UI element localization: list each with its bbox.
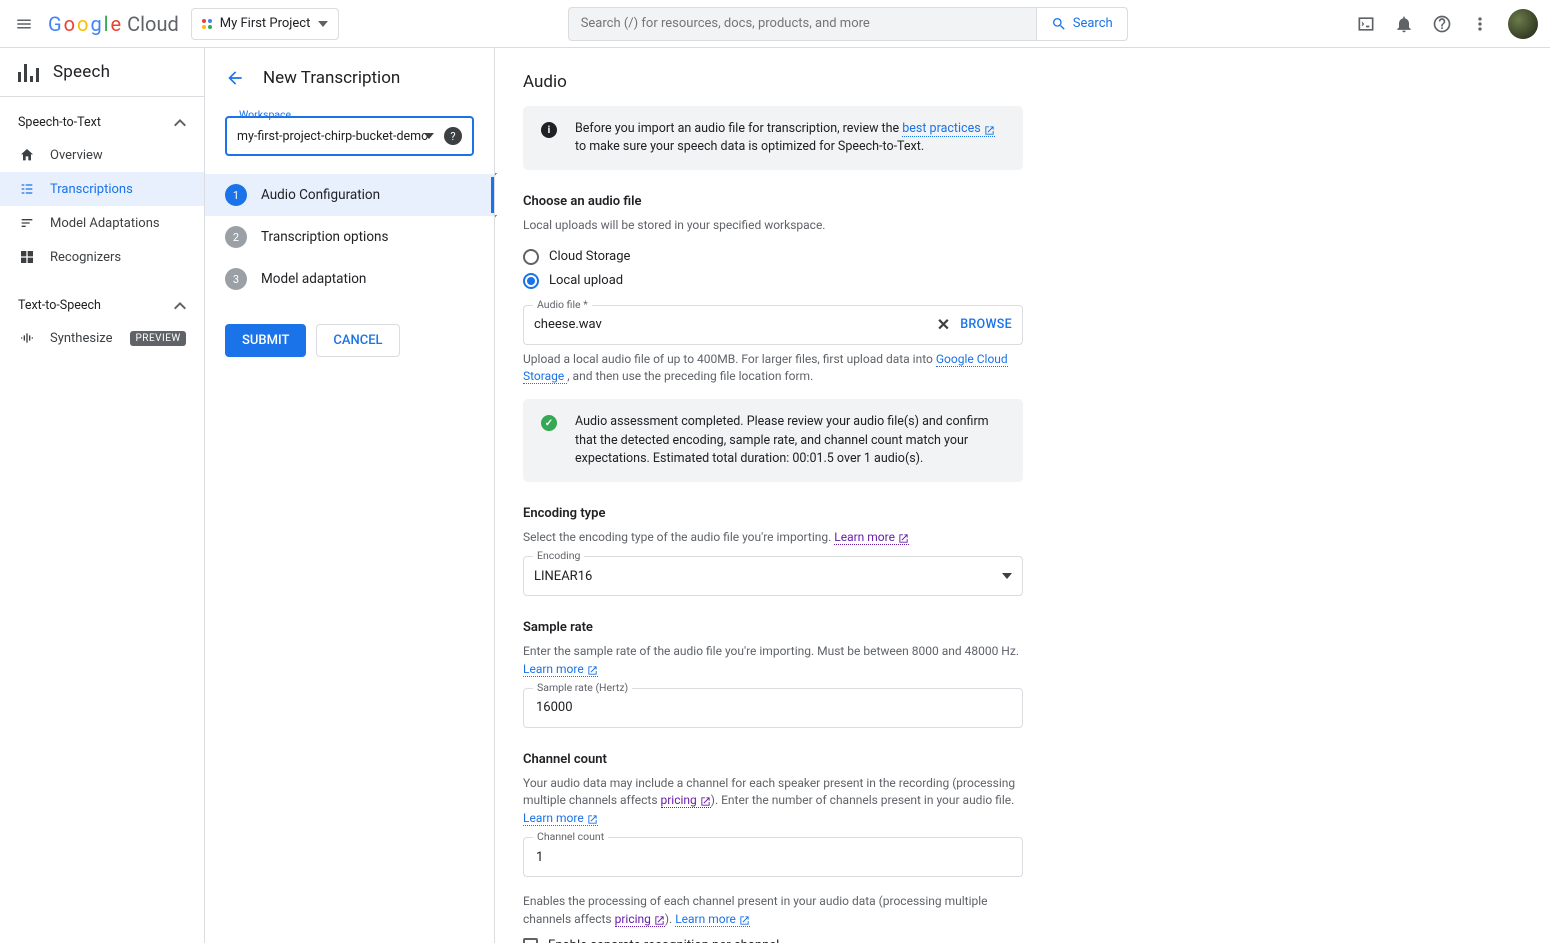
sidebar-item-overview[interactable]: Overview (0, 138, 204, 172)
channel-input[interactable] (534, 849, 1012, 866)
workspace-field: Workspace my-first-project-chirp-bucket-… (225, 116, 474, 156)
external-link-icon (587, 665, 598, 676)
section-audio-title: Audio (523, 72, 1522, 92)
caret-down-icon (424, 133, 434, 139)
step-transcription-options[interactable]: 2 Transcription options (205, 216, 494, 258)
cancel-button[interactable]: CANCEL (316, 324, 399, 357)
pricing-link-2[interactable]: pricing (615, 912, 665, 927)
more-icon[interactable] (1470, 14, 1490, 34)
stepper-panel: New Transcription Workspace my-first-pro… (205, 48, 495, 943)
choose-audio-heading: Choose an audio file (523, 194, 1023, 209)
info-icon: i (541, 122, 557, 138)
channel-heading: Channel count (523, 752, 1023, 767)
list-icon (18, 180, 36, 198)
back-arrow-icon[interactable] (225, 68, 245, 88)
encoding-learn-more-link[interactable]: Learn more (834, 530, 909, 545)
help-icon[interactable] (1432, 14, 1452, 34)
checkbox-icon[interactable] (523, 938, 538, 943)
help-icon[interactable]: ? (444, 127, 462, 145)
browse-button[interactable]: BROWSE (960, 317, 1012, 332)
home-icon (18, 146, 36, 164)
audio-file-value: cheese.wav (534, 317, 602, 332)
preview-badge: PREVIEW (130, 331, 185, 346)
assessment-banner: ✓ Audio assessment completed. Please rev… (523, 399, 1023, 481)
encoding-select[interactable]: LINEAR16 (523, 556, 1023, 596)
product-header: Speech (0, 48, 204, 97)
caret-down-icon (1002, 573, 1012, 579)
product-title: Speech (53, 62, 110, 82)
sidebar-item-model-adaptations[interactable]: Model Adaptations (0, 206, 204, 240)
best-practices-link[interactable]: best practices (902, 121, 995, 137)
encoding-heading: Encoding type (523, 506, 1023, 521)
sidebar-item-transcriptions[interactable]: Transcriptions (0, 172, 204, 206)
caret-down-icon (318, 21, 328, 27)
step-audio-config[interactable]: 1 Audio Configuration (205, 174, 494, 216)
step-model-adaptation[interactable]: 3 Model adaptation (205, 258, 494, 300)
chevron-up-icon (174, 302, 186, 310)
speech-icon (18, 62, 39, 82)
project-picker[interactable]: My First Project (191, 8, 340, 40)
project-name: My First Project (220, 16, 311, 31)
radio-checked-icon (523, 273, 539, 289)
choose-audio-help: Local uploads will be stored in your spe… (523, 217, 1023, 234)
separate-recognition-checkbox-row[interactable]: Enable separate recognition per channel. (523, 938, 1023, 943)
annotation-arrow (495, 170, 504, 200)
channel-field: Channel count (523, 837, 1023, 877)
nav-heading-tts[interactable]: Text-to-Speech (0, 286, 204, 321)
radio-local-upload[interactable]: Local upload (523, 269, 1023, 293)
nav-heading-stt[interactable]: Speech-to-Text (0, 103, 204, 138)
audio-file-field: Audio file * cheese.wav ✕ BROWSE (523, 305, 1023, 345)
main-content: Audio i Before you import an audio file … (495, 48, 1550, 943)
wave-icon (18, 329, 36, 347)
avatar[interactable] (1508, 9, 1538, 39)
cloud-shell-icon[interactable] (1356, 14, 1376, 34)
page-title: New Transcription (263, 68, 400, 88)
external-link-icon (739, 915, 750, 926)
radio-cloud-storage[interactable]: Cloud Storage (523, 245, 1023, 269)
info-banner-best-practices: i Before you import an audio file for tr… (523, 106, 1023, 170)
sidebar-item-recognizers[interactable]: Recognizers (0, 240, 204, 274)
hamburger-menu-icon[interactable] (12, 12, 36, 36)
global-search: Search (568, 7, 1128, 41)
notifications-icon[interactable] (1394, 14, 1414, 34)
samplerate-field: Sample rate (Hertz) (523, 688, 1023, 728)
sep-learn-more-link[interactable]: Learn more (675, 912, 750, 927)
channel-learn-more-link[interactable]: Learn more (523, 811, 598, 826)
clear-icon[interactable]: ✕ (937, 315, 950, 334)
samplerate-input[interactable] (534, 699, 1012, 716)
submit-button[interactable]: SUBMIT (225, 324, 306, 357)
annotation-arrow (495, 212, 504, 242)
top-bar: Google Cloud My First Project Search (0, 0, 1550, 48)
google-cloud-logo[interactable]: Google Cloud (48, 12, 179, 36)
external-link-icon (898, 533, 909, 544)
project-dots-icon (202, 19, 212, 29)
tune-icon (18, 214, 36, 232)
external-link-icon (700, 796, 711, 807)
workspace-select[interactable]: my-first-project-chirp-bucket-demo ? (225, 116, 474, 156)
top-right-icons (1356, 9, 1538, 39)
samplerate-heading: Sample rate (523, 620, 1023, 635)
external-link-icon (984, 125, 995, 136)
external-link-icon (587, 814, 598, 825)
external-link-icon (654, 915, 665, 926)
check-icon: ✓ (541, 415, 557, 431)
pricing-link[interactable]: pricing (661, 793, 711, 808)
sidebar-item-synthesize[interactable]: Synthesize PREVIEW (0, 321, 204, 355)
radio-icon (523, 249, 539, 265)
stepper: 1 Audio Configuration 2 Transcription op… (205, 174, 494, 300)
samplerate-learn-more-link[interactable]: Learn more (523, 662, 598, 677)
search-input[interactable] (569, 8, 1036, 40)
search-button[interactable]: Search (1036, 8, 1127, 40)
grid-icon (18, 248, 36, 266)
search-icon (1051, 16, 1067, 32)
sidebar: Speech Speech-to-Text Overview Transcrip… (0, 48, 205, 943)
encoding-field: Encoding LINEAR16 (523, 556, 1023, 596)
chevron-up-icon (174, 119, 186, 127)
